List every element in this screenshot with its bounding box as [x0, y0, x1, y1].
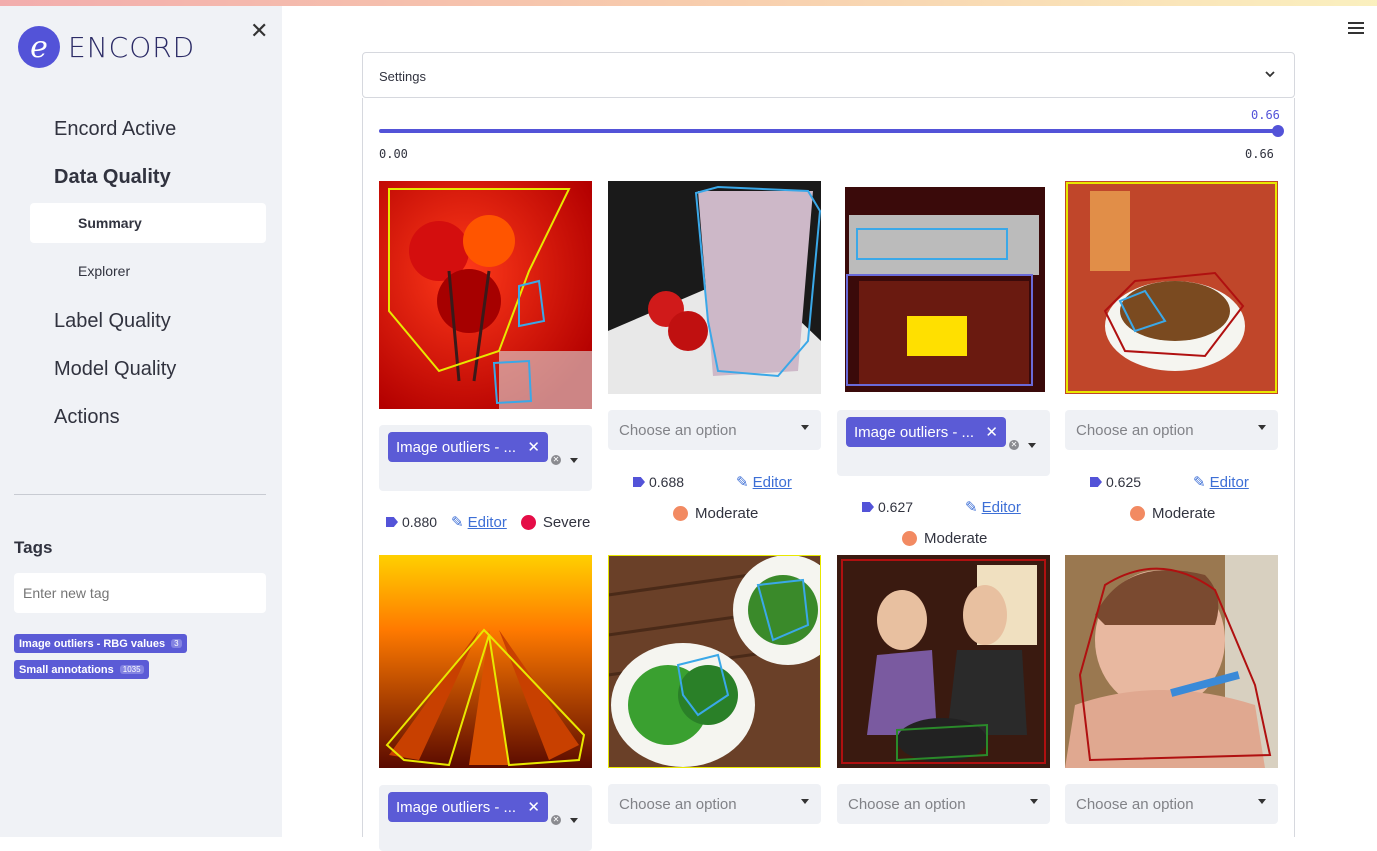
tag-select[interactable]: Choose an option [1065, 410, 1278, 450]
slider-current-value: 0.66 [1251, 108, 1280, 122]
severity-label: Moderate [924, 530, 988, 547]
tag-icon [386, 517, 398, 527]
pencil-icon: ✎ [736, 474, 749, 491]
editor-link[interactable]: Editor [982, 499, 1021, 516]
nav-actions[interactable]: Actions [54, 406, 120, 429]
tag-pill-label: Image outliers - RBG values [19, 637, 166, 650]
slider-min-label: 0.00 [379, 147, 408, 161]
nav-label-quality[interactable]: Label Quality [54, 310, 171, 333]
image-thumbnail[interactable] [608, 555, 821, 768]
severity-label: Moderate [695, 505, 759, 522]
logo-wordmark: ENCORD [68, 30, 196, 64]
tag-icon [633, 477, 645, 487]
tag-icon [1090, 477, 1102, 487]
severity-dot [902, 531, 917, 546]
severity-label: Moderate [1152, 505, 1216, 522]
pencil-icon: ✎ [1193, 474, 1206, 491]
card-meta: 0.625 ✎ Editor [1090, 473, 1249, 491]
remove-chip-icon[interactable]: ✕ [527, 438, 540, 456]
tag-count-badge: 1035 [119, 665, 144, 674]
chevron-down-icon [1264, 67, 1276, 83]
tag-select[interactable]: Image outliers - ... ✕ ✕ [837, 410, 1050, 476]
tag-select[interactable]: Choose an option [1065, 784, 1278, 824]
pencil-icon: ✎ [451, 514, 464, 531]
tag-select[interactable]: Image outliers - ... ✕ ✕ [379, 785, 592, 851]
remove-chip-icon[interactable]: ✕ [527, 798, 540, 816]
close-sidebar-icon[interactable]: ✕ [250, 18, 268, 44]
tags-heading: Tags [14, 538, 53, 557]
selected-tag-chip: Image outliers - ... ✕ [388, 792, 548, 822]
dropdown-caret-icon [801, 799, 809, 804]
nav-model-quality[interactable]: Model Quality [54, 358, 176, 381]
clear-selection-icon[interactable]: ✕ [551, 455, 561, 465]
new-tag-input[interactable] [14, 573, 266, 613]
dropdown-caret-icon [1030, 799, 1038, 804]
tag-count-badge: 3 [171, 639, 182, 648]
severity-dot [673, 506, 688, 521]
dropdown-caret-icon [570, 458, 578, 463]
settings-label: Settings [379, 69, 426, 84]
image-thumbnail[interactable] [379, 555, 592, 768]
tag-pill[interactable]: Image outliers - RBG values 3 [14, 634, 187, 653]
tag-select[interactable]: Choose an option [608, 410, 821, 450]
settings-expander[interactable]: Settings [362, 52, 1295, 98]
main-menu-icon[interactable] [1348, 22, 1364, 36]
slider-max-label: 0.66 [1245, 147, 1274, 161]
dropdown-caret-icon [570, 818, 578, 823]
tag-select[interactable]: Choose an option [608, 784, 821, 824]
nav-data-quality[interactable]: Data Quality [54, 166, 171, 189]
sidebar: e ENCORD ✕ Encord Active Data Quality Su… [0, 6, 282, 837]
pencil-icon: ✎ [965, 499, 978, 516]
severity: Moderate [673, 505, 758, 522]
encord-logo: e ENCORD [18, 26, 195, 68]
severity-dot [1130, 506, 1145, 521]
editor-link[interactable]: Editor [468, 514, 507, 531]
image-thumbnail[interactable] [379, 181, 592, 409]
image-thumbnail[interactable] [837, 555, 1050, 768]
image-thumbnail[interactable] [608, 181, 821, 394]
editor-link[interactable]: Editor [753, 474, 792, 491]
tag-icon [862, 502, 874, 512]
severity-label: Severe [542, 513, 591, 531]
tag-select[interactable]: Image outliers - ... ✕ ✕ [379, 425, 592, 491]
dropdown-caret-icon [1258, 425, 1266, 430]
score-slider-track[interactable] [379, 129, 1279, 133]
dropdown-caret-icon [1258, 799, 1266, 804]
editor-link[interactable]: Editor [1210, 474, 1249, 491]
image-thumbnail[interactable] [1065, 555, 1278, 768]
logo-mark-icon: e [18, 26, 60, 68]
sidebar-divider [14, 494, 266, 495]
severity: Moderate [902, 530, 987, 547]
dropdown-caret-icon [1028, 443, 1036, 448]
selected-tag-chip: Image outliers - ... ✕ [846, 417, 1006, 447]
image-thumbnail[interactable] [837, 181, 1050, 394]
severity: Moderate [1130, 505, 1215, 522]
subnav-explorer[interactable]: Explorer [30, 251, 266, 291]
score-slider-handle[interactable] [1272, 125, 1284, 137]
card-meta: 0.688 ✎ Editor [633, 473, 792, 491]
clear-selection-icon[interactable]: ✕ [1009, 440, 1019, 450]
tag-pill-label: Small annotations [19, 663, 114, 676]
image-thumbnail[interactable] [1065, 181, 1278, 394]
severity-dot [520, 514, 536, 530]
remove-chip-icon[interactable]: ✕ [985, 423, 998, 441]
nav-encord-active[interactable]: Encord Active [54, 118, 176, 141]
clear-selection-icon[interactable]: ✕ [551, 815, 561, 825]
tag-pill[interactable]: Small annotations 1035 [14, 660, 149, 679]
card-meta: 0.627 ✎ Editor [862, 498, 1021, 516]
selected-tag-chip: Image outliers - ... ✕ [388, 432, 548, 462]
dropdown-caret-icon [801, 425, 809, 430]
card-meta: 0.880 ✎ Editor Severe [386, 513, 590, 531]
subnav-summary[interactable]: Summary [30, 203, 266, 243]
tag-select[interactable]: Choose an option [837, 784, 1050, 824]
